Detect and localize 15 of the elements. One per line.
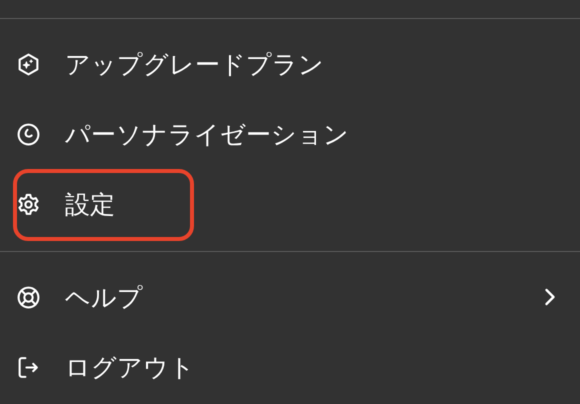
- menu-item[interactable]: パーソナライゼーション: [0, 99, 580, 169]
- menu-label: パーソナライゼーション: [65, 118, 349, 150]
- logout-icon: [16, 354, 41, 380]
- menu-item[interactable]: アップグレードプラン: [0, 29, 580, 99]
- menu-item[interactable]: ログアウト: [0, 332, 580, 402]
- menu-item[interactable]: ヘルプ: [0, 262, 580, 332]
- lifebuoy-icon: [16, 284, 41, 310]
- settings-icon: [16, 192, 41, 216]
- menu-item[interactable]: 設定: [0, 169, 580, 239]
- sparkle-hexagon-icon: [16, 52, 41, 76]
- menu-label: アップグレードプラン: [65, 48, 324, 80]
- circle-swirl-icon: [16, 122, 41, 146]
- menu-label: ログアウト: [65, 352, 195, 384]
- menu-label: 設定: [65, 188, 115, 220]
- menu-label: ヘルプ: [65, 282, 143, 314]
